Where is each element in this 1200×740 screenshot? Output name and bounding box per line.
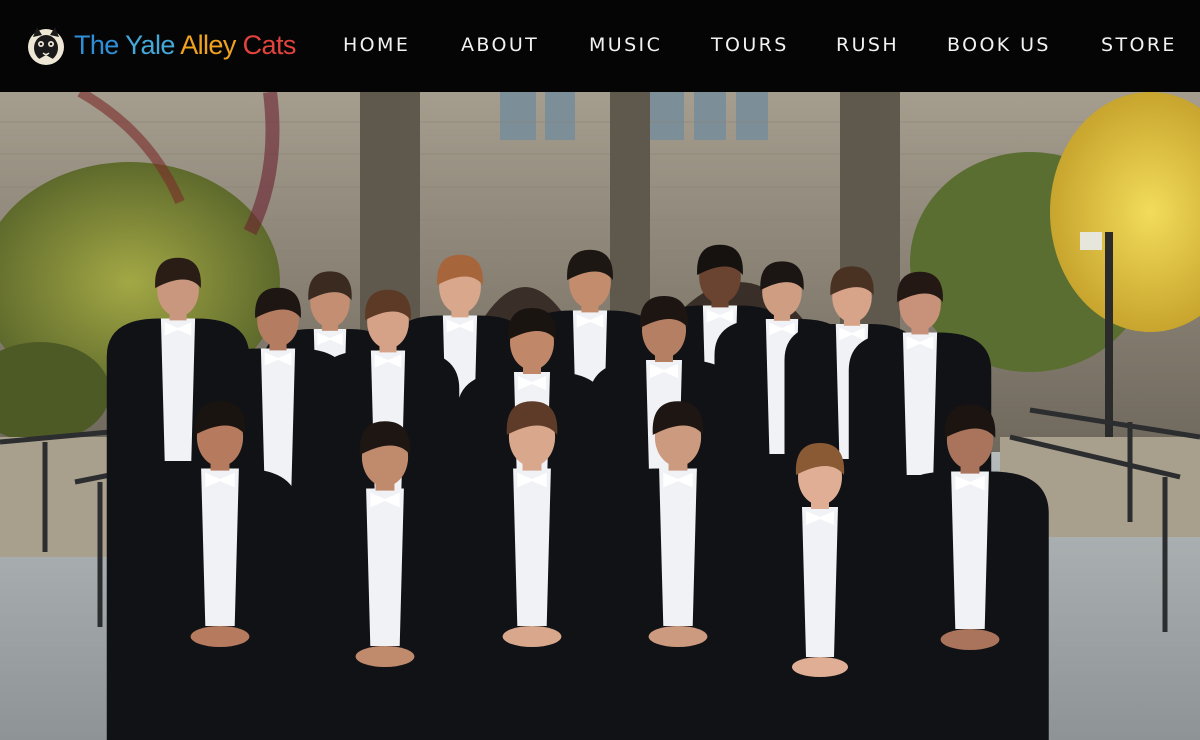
hero-group-photo [0,92,1200,740]
white-shirt [260,348,296,491]
nav-rush[interactable]: RUSH [836,33,899,57]
nav-book-us[interactable]: BOOK US [947,33,1051,57]
cat-mascot-icon [28,27,64,65]
site-title: The Yale Alley Cats [74,30,296,61]
nav-about[interactable]: ABOUT [461,33,539,57]
logo-word-the: The [74,29,126,60]
site-logo[interactable]: The Yale Alley Cats [24,20,296,70]
white-shirt [366,488,404,646]
clasped-hands [940,629,1000,650]
logo-word-cats: Cats [242,29,297,60]
clasped-hands [792,657,848,677]
logo-word-yale: Yale [125,29,181,60]
white-shirt [902,332,938,475]
nav-store[interactable]: STORE [1101,33,1177,57]
white-shirt [513,468,551,626]
group-photo [0,92,1200,740]
white-shirt [951,471,989,629]
top-navbar: The Yale Alley Cats HOME ABOUT MUSIC TOU… [0,0,1200,92]
clasped-hands [355,646,415,667]
logo-word-alley: Alley [180,29,243,60]
nav-music[interactable]: MUSIC [589,33,662,57]
white-shirt [160,318,196,461]
lamp-post [1105,232,1113,452]
nav-tours[interactable]: TOURS [711,33,789,57]
lamp-light [1080,232,1102,250]
white-shirt [802,507,838,657]
clasped-hands [190,626,250,647]
white-shirt [659,468,697,626]
nav-home[interactable]: HOME [343,33,410,57]
white-shirt [201,468,239,626]
low-wall-left [0,437,110,557]
clasped-hands [648,626,708,647]
clasped-hands [502,626,562,647]
